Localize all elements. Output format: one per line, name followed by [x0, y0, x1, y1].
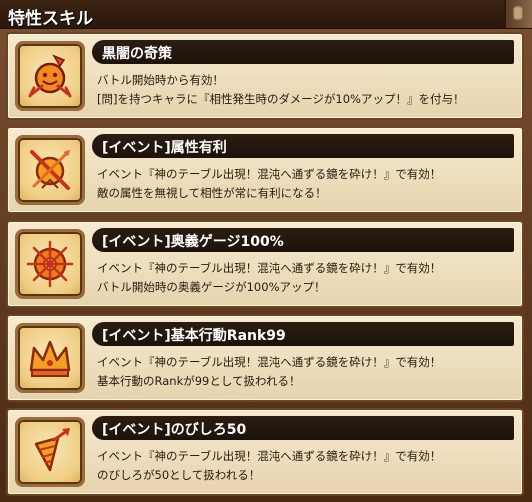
skill-description: イベント『神のテーブル出現！混沌へ通ずる鏡を砕け！』で有効！ 基本行動のRank… — [97, 353, 517, 391]
skill-title-bar: [イベント]属性有利 — [92, 134, 514, 158]
skill-panel: 特性スキル 黒闇の奇策 バトル開始時から有効！ [問]を持つキャラに『相性発生時… — [0, 0, 532, 496]
panel-title: 特性スキル — [8, 9, 93, 29]
skill-description-line: イベント『神のテーブル出現！混沌へ通ずる鏡を砕け！』で有効！ — [97, 355, 442, 369]
skill-description: イベント『神のテーブル出現！混沌へ通ずる鏡を砕け！』で有効！ 敵の属性を無視して… — [97, 165, 517, 203]
skill-title: [イベント]基本行動Rank99 — [102, 328, 286, 344]
skill-card[interactable]: [イベント]基本行動Rank99 イベント『神のテーブル出現！混沌へ通ずる鏡を砕… — [6, 314, 524, 402]
skill-title: 黒闇の奇策 — [102, 46, 172, 62]
skill-description-line: イベント『神のテーブル出現！混沌へ通ずる鏡を砕け！』で有効！ — [97, 167, 442, 181]
skill-title: [イベント]奥義ゲージ100% — [102, 234, 284, 250]
crossed-sword-shield-icon — [15, 135, 85, 205]
skill-list: 黒闇の奇策 バトル開始時から有効！ [問]を持つキャラに『相性発生時のダメージが… — [6, 32, 524, 502]
scroll-handle-icon[interactable] — [504, 0, 532, 28]
skill-title-bar: 黒闇の奇策 — [92, 40, 514, 64]
skill-card[interactable]: [イベント]のびしろ50 イベント『神のテーブル出現！混沌へ通ずる鏡を砕け！』で… — [6, 408, 524, 496]
panel-header: 特性スキル — [0, 0, 532, 29]
burst-emblem-icon — [15, 229, 85, 299]
skill-description-line: バトル開始時の奥義ゲージが100%アップ！ — [97, 280, 326, 294]
skill-card[interactable]: [イベント]奥義ゲージ100% イベント『神のテーブル出現！混沌へ通ずる鏡を砕け… — [6, 220, 524, 308]
crown-icon — [15, 323, 85, 393]
skill-card[interactable]: 黒闇の奇策 バトル開始時から有効！ [問]を持つキャラに『相性発生時のダメージが… — [6, 32, 524, 120]
skill-title-bar: [イベント]基本行動Rank99 — [92, 322, 514, 346]
smiling-bomb-icon — [15, 41, 85, 111]
skill-description-line: イベント『神のテーブル出現！混沌へ通ずる鏡を砕け！』で有効！ — [97, 261, 442, 275]
skill-title: [イベント]のびしろ50 — [102, 422, 247, 438]
skill-card[interactable]: [イベント]属性有利 イベント『神のテーブル出現！混沌へ通ずる鏡を砕け！』で有効… — [6, 126, 524, 214]
skill-title-bar: [イベント]奥義ゲージ100% — [92, 228, 514, 252]
skill-description: イベント『神のテーブル出現！混沌へ通ずる鏡を砕け！』で有効！ のびしろが50とし… — [97, 447, 517, 485]
skill-description-line: 基本行動のRankが99として扱われる！ — [97, 374, 301, 388]
skill-description-line: 敵の属性を無視して相性が常に有利になる！ — [97, 186, 327, 200]
skill-description-line: イベント『神のテーブル出現！混沌へ通ずる鏡を砕け！』で有効！ — [97, 449, 442, 463]
drill-arrow-icon — [15, 417, 85, 487]
skill-description: バトル開始時から有効！ [問]を持つキャラに『相性発生時のダメージが10%アップ… — [97, 71, 517, 109]
skill-title: [イベント]属性有利 — [102, 140, 227, 156]
skill-description-line: のびしろが50として扱われる！ — [97, 468, 261, 482]
skill-title-bar: [イベント]のびしろ50 — [92, 416, 514, 440]
skill-description: イベント『神のテーブル出現！混沌へ通ずる鏡を砕け！』で有効！ バトル開始時の奥義… — [97, 259, 517, 297]
skill-description-line: [問]を持つキャラに『相性発生時のダメージが10%アップ！』を付与！ — [97, 92, 465, 106]
skill-description-line: バトル開始時から有効！ — [97, 73, 224, 87]
